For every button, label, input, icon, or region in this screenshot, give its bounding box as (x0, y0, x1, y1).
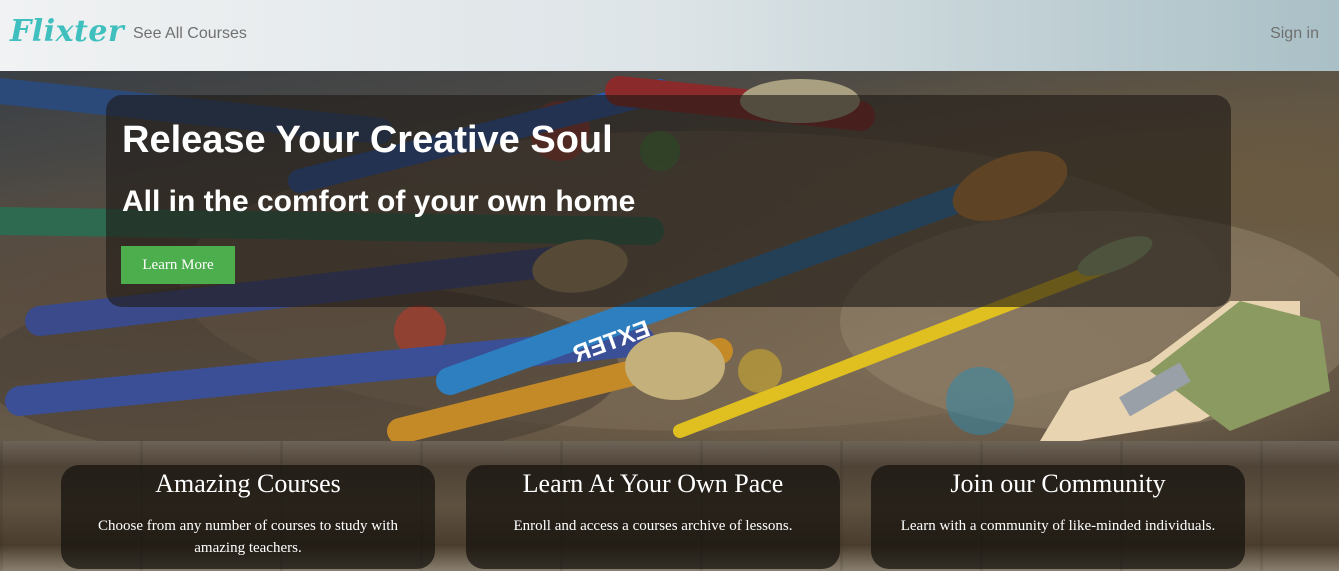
feature-card-amazing-courses: Amazing Courses Choose from any number o… (61, 465, 435, 569)
learn-more-button[interactable]: Learn More (121, 246, 235, 284)
feature-title: Learn At Your Own Pace (522, 469, 784, 498)
feature-card-own-pace: Learn At Your Own Pace Enroll and access… (466, 465, 840, 569)
feature-text: Learn with a community of like-minded in… (900, 518, 1216, 534)
navbar: Flixter See All Courses Sign in (0, 0, 1339, 71)
hero-subtitle: All in the comfort of your own home (122, 185, 636, 218)
feature-text: Enroll and access a courses archive of l… (513, 518, 793, 534)
hero-title: Release Your Creative Soul (122, 119, 613, 161)
feature-card-community: Join our Community Learn with a communit… (871, 465, 1245, 569)
hero-banner: EXTER Release Your Creative Soul All in … (0, 71, 1339, 441)
features-section: Amazing Courses Choose from any number o… (0, 441, 1339, 571)
sign-in-link[interactable]: Sign in (1270, 25, 1319, 43)
see-all-courses-link[interactable]: See All Courses (133, 25, 247, 43)
hero-panel: Release Your Creative Soul All in the co… (106, 95, 1231, 307)
brand-logo[interactable]: Flixter (10, 14, 124, 49)
feature-text: Choose from any number of courses to stu… (98, 518, 398, 556)
feature-title: Amazing Courses (155, 469, 341, 498)
feature-title: Join our Community (950, 469, 1166, 498)
